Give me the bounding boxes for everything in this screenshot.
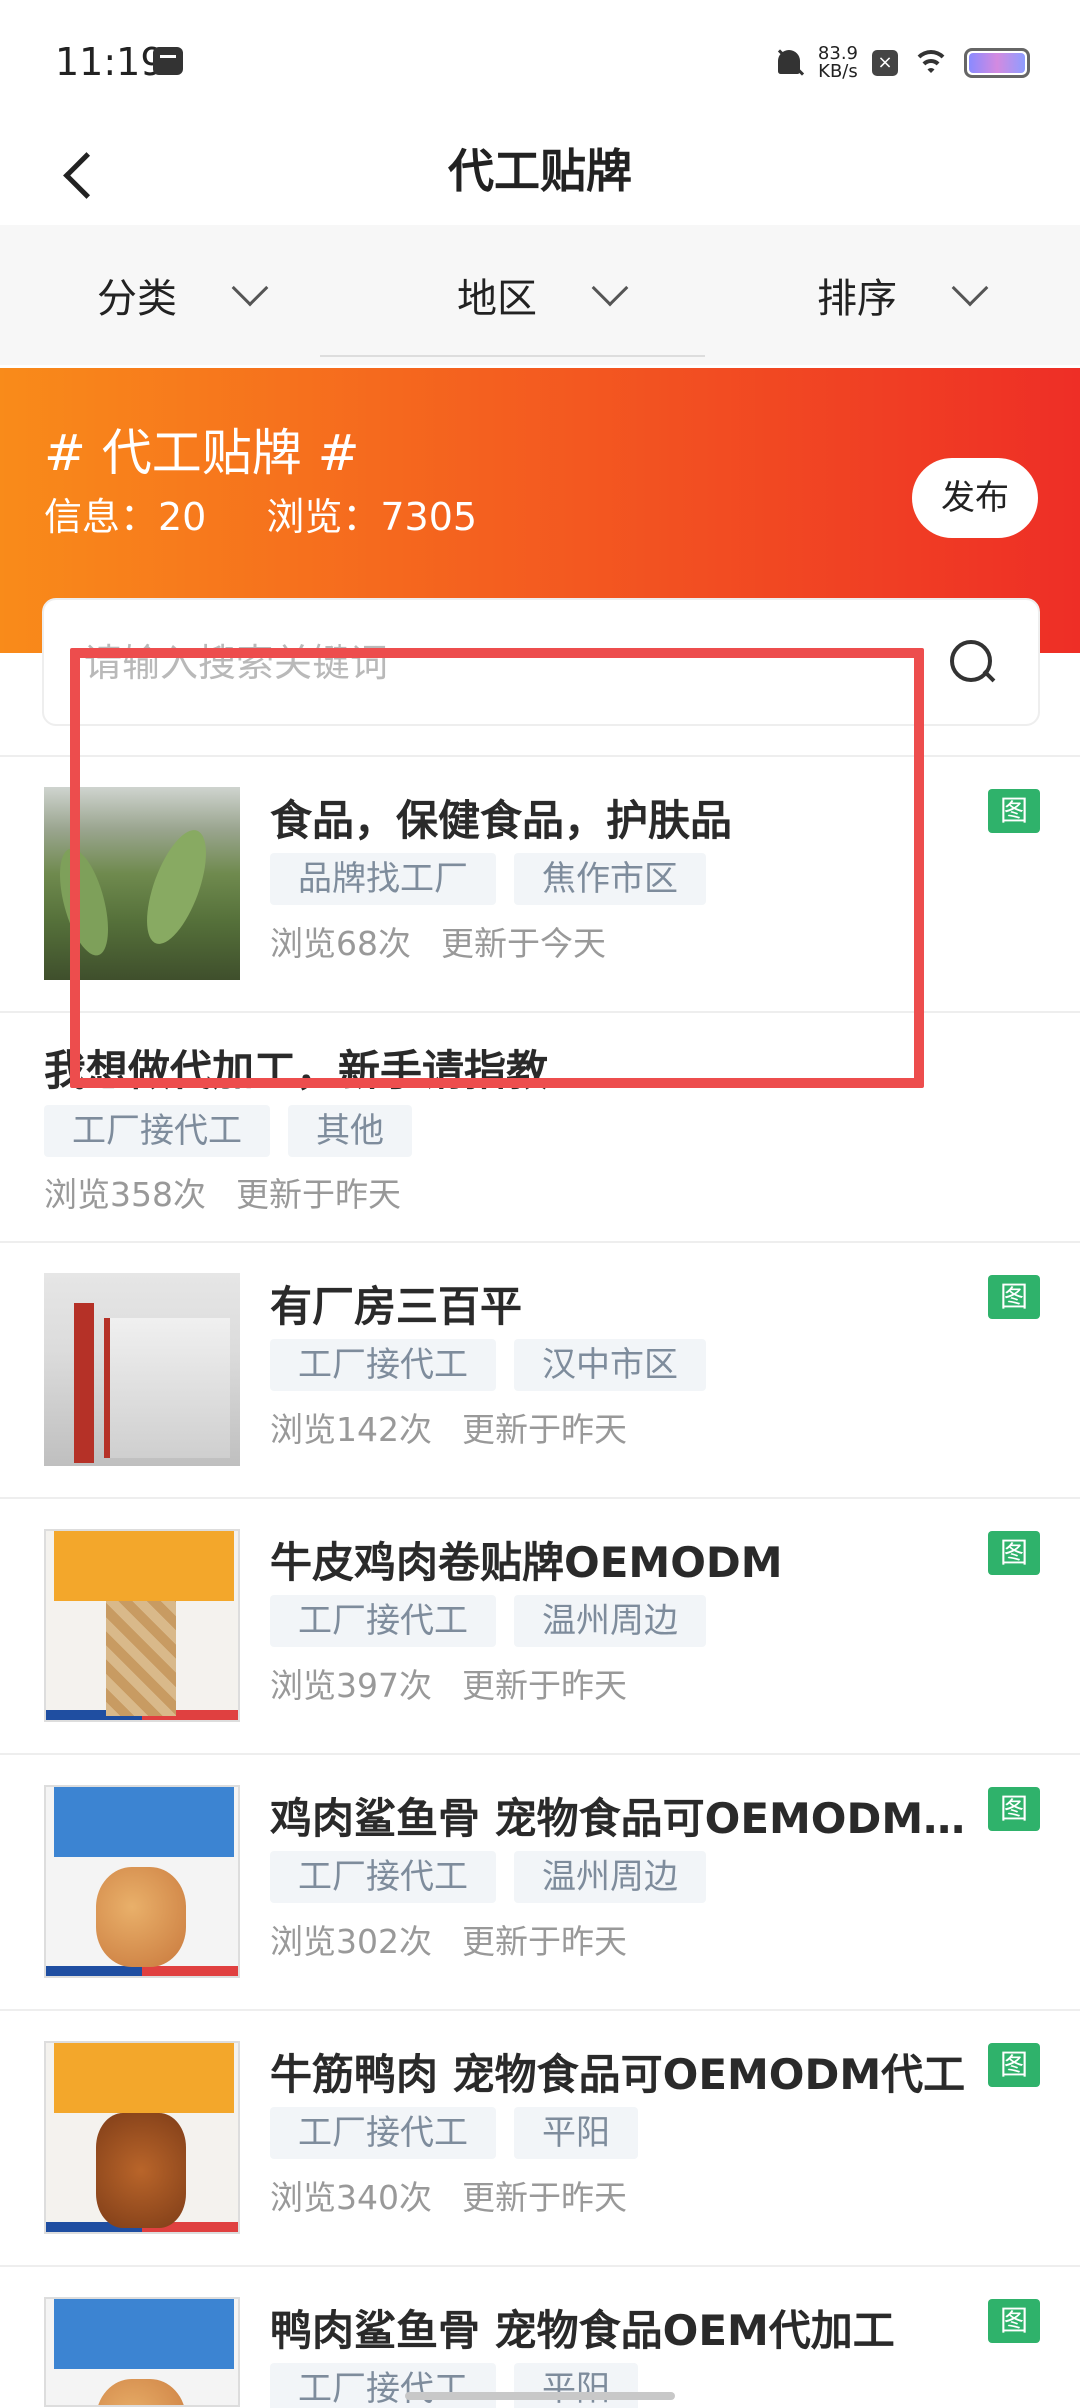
filter-divider [320,355,705,357]
item-tags: 工厂接代工 温州周边 [270,1851,706,1903]
item-title: 我想做代加工，新手请指教 [44,1046,549,1095]
search-input[interactable] [84,630,904,696]
info-count: 信息：20 [44,495,207,539]
item-tags: 工厂接代工 温州周边 [270,1595,706,1647]
filter-category[interactable]: 分类 [0,225,360,365]
tag-region: 温州周边 [514,1595,706,1647]
tag-type: 工厂接代工 [270,1339,496,1391]
item-title: 鸡肉鲨鱼骨 宠物食品可OEMODM… [270,1794,966,1843]
wifi-icon [912,48,950,78]
status-bar: 11:19 83.9 KB/s × [0,0,1080,125]
list-item[interactable]: 鸭肉鲨鱼骨 宠物食品OEM代加工 工厂接代工 平阳 图 [0,2267,1080,2408]
filter-bar: 分类 地区 排序 [0,225,1080,365]
tag-region: 汉中市区 [514,1339,706,1391]
item-views: 浏览68次 [270,924,411,963]
filter-sort-label: 排序 [817,276,897,322]
item-updated: 更新于今天 [441,924,606,963]
search-box [42,598,1040,726]
chevron-down-icon [951,269,989,307]
item-updated: 更新于昨天 [236,1175,401,1214]
message-icon [153,47,183,75]
status-time: 11:19 [55,40,165,84]
image-badge: 图 [988,1275,1040,1319]
tag-type: 工厂接代工 [270,1595,496,1647]
item-updated: 更新于昨天 [462,1666,627,1705]
item-title: 有厂房三百平 [270,1282,523,1331]
net-speed-value: 83.9 [817,42,858,64]
image-badge: 图 [988,2299,1040,2343]
tag-region: 温州周边 [514,1851,706,1903]
item-tags: 品牌找工厂 焦作市区 [270,853,706,905]
image-badge: 图 [988,2043,1040,2087]
status-icons: 83.9 KB/s × [774,40,1030,85]
nav-bar: 代工贴牌 [0,125,1080,225]
item-tags: 工厂接代工 汉中市区 [270,1339,706,1391]
banner-stats: 信息：20 浏览：7305 [44,486,477,541]
item-title: 食品，保健食品，护肤品 [270,796,733,845]
item-tags: 工厂接代工 平阳 [270,2363,638,2408]
item-meta: 浏览68次 更新于今天 [270,917,606,965]
view-count: 浏览：7305 [266,495,478,539]
publish-button[interactable]: 发布 [912,458,1038,538]
item-views: 浏览397次 [270,1666,432,1705]
tag-region: 平阳 [514,2107,638,2159]
item-updated: 更新于昨天 [462,2178,627,2217]
list-item[interactable]: 牛皮鸡肉卷贴牌OEMODM 工厂接代工 温州周边 浏览397次 更新于昨天 图 [0,1499,1080,1755]
bell-muted-icon [774,46,804,80]
list-item[interactable]: 食品，保健食品，护肤品 品牌找工厂 焦作市区 浏览68次 更新于今天 图 [0,757,1080,1013]
thumbnail-image [44,1785,240,1978]
thumbnail-image [44,2041,240,2234]
list-item[interactable]: 牛筋鸭肉 宠物食品可OEMODM代工 工厂接代工 平阳 浏览340次 更新于昨天… [0,2011,1080,2267]
tag-type: 工厂接代工 [270,2363,496,2408]
item-title: 牛筋鸭肉 宠物食品可OEMODM代工 [270,2050,966,2099]
image-badge: 图 [988,789,1040,833]
tag-region: 焦作市区 [514,853,706,905]
item-views: 浏览340次 [270,2178,432,2217]
list-item[interactable]: 鸡肉鲨鱼骨 宠物食品可OEMODM… 工厂接代工 温州周边 浏览302次 更新于… [0,1755,1080,2011]
item-updated: 更新于昨天 [462,1410,627,1449]
image-badge: 图 [988,1531,1040,1575]
item-views: 浏览302次 [270,1922,432,1961]
net-speed-unit: KB/s [818,60,858,82]
chevron-down-icon [231,269,269,307]
item-tags: 工厂接代工 平阳 [270,2107,638,2159]
banner-title: # 代工贴牌 # [44,424,360,482]
tag-region: 其他 [288,1105,412,1157]
item-tags: 工厂接代工 其他 [44,1105,412,1157]
list-item[interactable]: 我想做代加工，新手请指教 工厂接代工 其他 浏览358次 更新于昨天 [0,1013,1080,1243]
item-updated: 更新于昨天 [462,1922,627,1961]
image-badge: 图 [988,1787,1040,1831]
search-icon[interactable] [948,638,998,688]
item-title: 牛皮鸡肉卷贴牌OEMODM [270,1538,783,1587]
item-title: 鸭肉鲨鱼骨 宠物食品OEM代加工 [270,2306,895,2355]
thumbnail-image [44,2297,240,2407]
filter-region[interactable]: 地区 [360,225,720,365]
list-item[interactable]: 有厂房三百平 工厂接代工 汉中市区 浏览142次 更新于昨天 图 [0,1243,1080,1499]
filter-region-label: 地区 [457,276,537,322]
item-meta: 浏览340次 更新于昨天 [270,2171,627,2219]
chevron-down-icon [591,269,629,307]
item-meta: 浏览397次 更新于昨天 [270,1659,627,1707]
thumbnail-image [44,787,240,980]
tag-region: 平阳 [514,2363,638,2408]
item-meta: 浏览142次 更新于昨天 [270,1403,627,1451]
tag-type: 工厂接代工 [270,1851,496,1903]
tag-type: 品牌找工厂 [270,853,496,905]
home-indicator [405,2392,675,2400]
page-title: 代工贴牌 [448,144,632,198]
item-meta: 浏览358次 更新于昨天 [44,1168,401,1216]
tag-type: 工厂接代工 [44,1105,270,1157]
thumbnail-image [44,1273,240,1466]
item-views: 浏览142次 [270,1410,432,1449]
close-box-icon: × [872,49,898,76]
battery-icon [964,47,1030,78]
item-meta: 浏览302次 更新于昨天 [270,1915,627,1963]
filter-category-label: 分类 [97,276,177,322]
tag-type: 工厂接代工 [270,2107,496,2159]
network-speed: 83.9 KB/s [817,42,858,82]
thumbnail-image [44,1529,240,1722]
filter-sort[interactable]: 排序 [720,225,1080,365]
post-list: 食品，保健食品，护肤品 品牌找工厂 焦作市区 浏览68次 更新于今天 图 我想做… [0,757,1080,2408]
item-views: 浏览358次 [44,1175,206,1214]
